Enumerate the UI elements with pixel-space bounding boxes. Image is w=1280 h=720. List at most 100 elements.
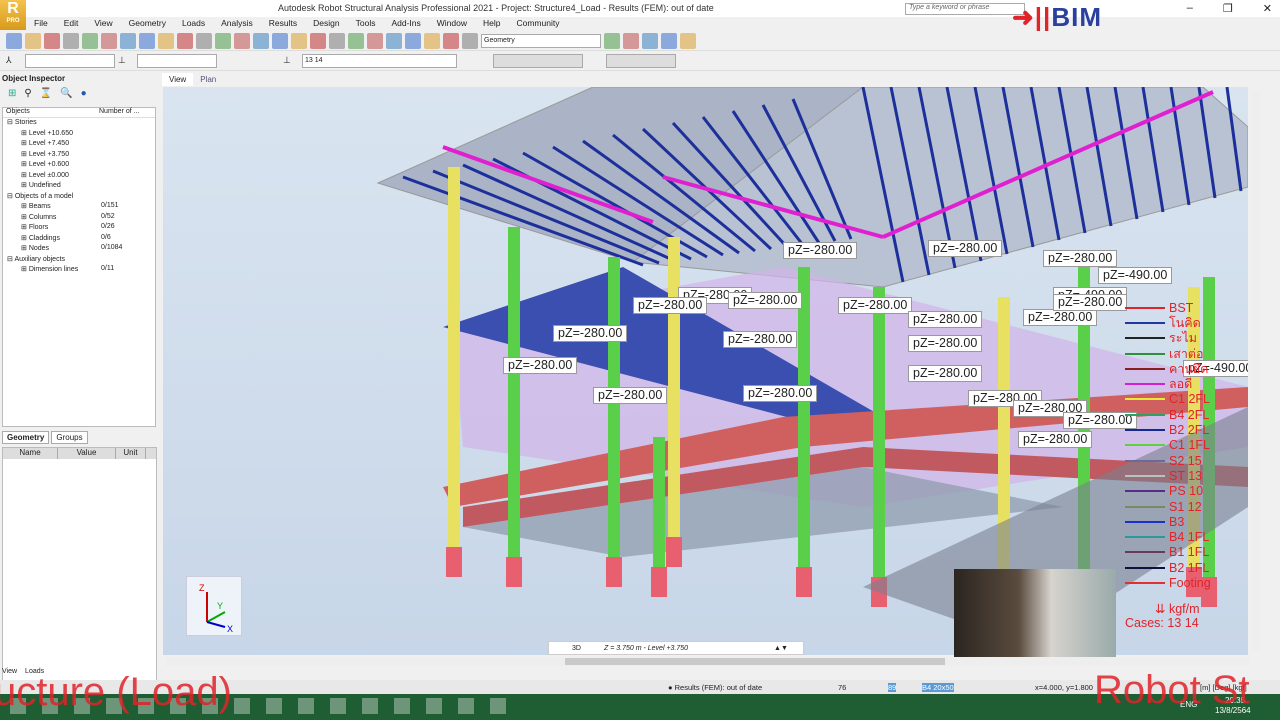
search-icon[interactable]: 🔍	[60, 88, 72, 99]
node-icon[interactable]: ⅄	[6, 55, 22, 66]
cases-combo[interactable]: 13 14	[302, 53, 457, 68]
calculator-icon[interactable]	[490, 698, 506, 714]
help-icon[interactable]: ●	[81, 88, 87, 99]
tab-groups[interactable]: Groups	[51, 431, 88, 444]
tree-item[interactable]: ⊞ Level +7.450	[3, 139, 155, 150]
toolbar-icon[interactable]	[386, 32, 402, 49]
toolbar-icon[interactable]	[642, 32, 658, 49]
menu-geometry[interactable]: Geometry	[121, 17, 174, 30]
menu-tools[interactable]: Tools	[348, 17, 384, 30]
store-icon[interactable]	[266, 698, 282, 714]
tree-toggle-icon[interactable]: ⊞	[3, 151, 29, 158]
menu-edit[interactable]: Edit	[56, 17, 87, 30]
toolbar-icon[interactable]	[310, 32, 326, 49]
tree-toggle-icon[interactable]: ⊞	[3, 140, 29, 147]
tab-plan[interactable]: Plan	[193, 73, 223, 86]
load-label[interactable]: pZ=-280.00	[908, 335, 983, 352]
toolbar-icon[interactable]	[348, 32, 364, 49]
toolbar-icon[interactable]	[680, 32, 696, 49]
maximize-button[interactable]: ❐	[1223, 2, 1233, 15]
bar-icon[interactable]: ⊥	[118, 55, 134, 66]
load-label[interactable]: pZ=-280.00	[723, 331, 798, 348]
zoom-icon[interactable]	[362, 698, 378, 714]
menu-view[interactable]: View	[86, 17, 120, 30]
tree-toggle-icon[interactable]: ⊞	[3, 266, 29, 273]
toolbar-icon[interactable]	[25, 32, 41, 49]
toolbar-icon[interactable]	[424, 32, 440, 49]
load-label[interactable]: pZ=-280.00	[553, 325, 628, 342]
tree-item[interactable]: ⊞ Level +0.600	[3, 160, 155, 171]
tree-toggle-icon[interactable]: ⊟	[3, 193, 15, 200]
toolbar-icon[interactable]	[82, 32, 98, 49]
load-label[interactable]: pZ=-280.00	[743, 385, 818, 402]
toolbar-icon[interactable]	[120, 32, 136, 49]
toolbar-icon[interactable]	[158, 32, 174, 49]
load-label[interactable]: pZ=-490.00	[1098, 267, 1173, 284]
tree-toggle-icon[interactable]: ⊞	[3, 214, 29, 221]
toolbar-icon[interactable]	[6, 32, 22, 49]
toolbar-icon[interactable]	[604, 32, 620, 49]
toolbar-icon[interactable]	[253, 32, 269, 49]
layout-combo[interactable]: Geometry	[481, 33, 601, 48]
tree-item[interactable]: ⊞ Level ±0.000	[3, 171, 155, 182]
tree-toggle-icon[interactable]: ⊞	[3, 203, 29, 210]
extra-combo[interactable]	[606, 53, 676, 68]
load-label[interactable]: pZ=-280.00	[633, 297, 708, 314]
view-mode[interactable]: 3D	[549, 645, 604, 652]
menu-file[interactable]: File	[26, 17, 56, 30]
menu-loads[interactable]: Loads	[174, 17, 213, 30]
menu-window[interactable]: Window	[429, 17, 475, 30]
load-label[interactable]: pZ=-280.00	[908, 311, 983, 328]
tree-item[interactable]: ⊞ Level +3.750	[3, 150, 155, 161]
bar-combo[interactable]	[137, 53, 217, 68]
load-label[interactable]: pZ=-280.00	[1018, 431, 1093, 448]
tree-item[interactable]: ⊟ Auxiliary objects	[3, 255, 155, 266]
app-logo[interactable]: R PRO	[0, 0, 26, 30]
menu-analysis[interactable]: Analysis	[213, 17, 261, 30]
menu-add-ins[interactable]: Add-Ins	[383, 17, 428, 30]
level-down-button[interactable]: ▼	[781, 645, 788, 652]
toolbar-icon[interactable]	[63, 32, 79, 49]
menu-results[interactable]: Results	[261, 17, 305, 30]
tree-toggle-icon[interactable]: ⊞	[3, 161, 29, 168]
horizontal-scrollbar[interactable]	[165, 657, 1250, 666]
toolbar-icon[interactable]	[215, 32, 231, 49]
toolbar-icon[interactable]	[177, 32, 193, 49]
toolbar-icon[interactable]	[405, 32, 421, 49]
tab-geometry[interactable]: Geometry	[2, 431, 50, 444]
tree-toggle-icon[interactable]: ⊟	[3, 256, 14, 263]
tree-item[interactable]: ⊞ Floors 0/26	[3, 223, 155, 234]
vertical-scrollbar[interactable]	[1252, 90, 1260, 650]
toolbar-icon[interactable]	[196, 32, 212, 49]
tree-item[interactable]: ⊟ Stories	[3, 118, 155, 129]
toolbar-icon[interactable]	[272, 32, 288, 49]
toolbar-icon[interactable]	[44, 32, 60, 49]
load-label[interactable]: pZ=-280.00	[503, 357, 578, 374]
load-label[interactable]: pZ=-280.00	[928, 240, 1003, 257]
menu-community[interactable]: Community	[508, 17, 567, 30]
clear-filter-icon[interactable]: ⌛	[40, 88, 52, 99]
toolbar-icon[interactable]	[101, 32, 117, 49]
load-label[interactable]: pZ=-280.00	[1043, 250, 1118, 267]
level-up-button[interactable]: ▲	[774, 645, 781, 652]
load-label[interactable]: pZ=-280.00	[783, 242, 858, 259]
toolbar-icon[interactable]	[367, 32, 383, 49]
toolbar-icon[interactable]	[329, 32, 345, 49]
tree-item[interactable]: ⊞ Undefined	[3, 181, 155, 192]
tree-toggle-icon[interactable]: ⊞	[3, 245, 29, 252]
stories-icon[interactable]: ⊞	[8, 88, 16, 99]
toolbar-icon[interactable]	[291, 32, 307, 49]
explorer-icon[interactable]	[234, 698, 250, 714]
tree-item[interactable]: ⊞ Level +10.650	[3, 129, 155, 140]
tree-toggle-icon[interactable]: ⊞	[3, 224, 29, 231]
toolbar-icon[interactable]	[234, 32, 250, 49]
tree-item[interactable]: ⊞ Dimension lines 0/11	[3, 265, 155, 276]
tree-toggle-icon[interactable]: ⊞	[3, 130, 29, 137]
load-label[interactable]: pZ=-280.00	[838, 297, 913, 314]
toolbar-icon[interactable]	[661, 32, 677, 49]
tab-view[interactable]: View	[162, 73, 194, 86]
close-button[interactable]: ✕	[1263, 2, 1272, 15]
load-label[interactable]: pZ=-280.00	[1053, 294, 1128, 311]
current-level[interactable]: Z = 3.750 m - Level +3.750	[604, 645, 774, 652]
load-label[interactable]: pZ=-280.00	[1023, 309, 1098, 326]
